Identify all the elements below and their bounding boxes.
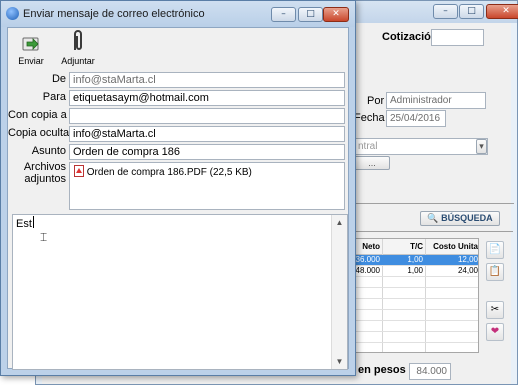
from-field[interactable]: info@staMarta.cl (69, 72, 345, 88)
dialog-titlebar: Enviar mensaje de correo electrónico – □… (1, 1, 355, 27)
message-text: Est (16, 218, 32, 230)
fecha-label: Fecha (354, 112, 385, 124)
subject-field[interactable]: Orden de compra 186 (69, 144, 345, 160)
attachments-list[interactable]: Orden de compra 186.PDF (22,5 KB) (69, 162, 345, 210)
send-button[interactable]: Enviar (16, 34, 46, 66)
dialog-body: Enviar Adjuntar De info@staMarta.cl Para… (7, 27, 349, 370)
table-cell: 24,00 (457, 266, 478, 275)
items-grid[interactable]: Neto T/C Costo Unita 36.000 1,00 12,00 4… (344, 238, 479, 353)
cotizacion-input[interactable] (431, 29, 484, 46)
por-field[interactable]: Administrador (386, 92, 486, 109)
table-row[interactable] (345, 310, 478, 321)
table-row[interactable] (345, 321, 478, 332)
attach-label: Adjuntar (61, 56, 95, 66)
new-item-icon[interactable]: 📄 (486, 241, 504, 259)
close-button[interactable]: ✕ (323, 7, 349, 22)
adjuntos-label: Archivos adjuntos (8, 161, 66, 185)
colors-icon[interactable]: ❤ (486, 323, 504, 341)
search-icon: 🔍 (427, 213, 439, 223)
dialog-title: Enviar mensaje de correo electrónico (23, 8, 205, 20)
bcc-label: Copia oculta (8, 127, 70, 139)
total-field: 84.000 (409, 363, 451, 380)
cut-item-icon[interactable]: ✂ (486, 301, 504, 319)
app-icon (6, 7, 19, 20)
attach-button[interactable]: Adjuntar (58, 28, 98, 66)
column-header: T/C (410, 242, 423, 251)
chevron-down-icon[interactable]: ▾ (476, 139, 487, 154)
total-label: en pesos (358, 364, 406, 376)
text-cursor (33, 216, 34, 228)
adjuntos-label-line2: adjuntos (24, 173, 66, 185)
por-label: Por (367, 95, 385, 107)
minimize-button[interactable]: – (433, 4, 458, 19)
cotizacion-label: Cotización (382, 31, 438, 43)
attachment-item[interactable]: Orden de compra 186.PDF (22,5 KB) (74, 165, 252, 179)
adjuntos-label-line1: Archivos (23, 161, 66, 173)
fecha-field[interactable]: 25/04/2016 (386, 110, 446, 127)
close-button[interactable]: ✕ (486, 4, 518, 19)
scroll-up-icon[interactable]: ▲ (332, 215, 347, 230)
to-field[interactable]: etiquetasaym@hotmail.com (69, 90, 345, 106)
pdf-file-icon (74, 165, 84, 177)
busqueda-label: BÚSQUEDA (441, 213, 493, 223)
scroll-down-icon[interactable]: ▼ (332, 354, 347, 369)
divider (344, 203, 514, 204)
table-row[interactable] (345, 299, 478, 310)
table-row[interactable] (345, 288, 478, 299)
maximize-button[interactable]: □ (298, 7, 323, 22)
copy-item-icon[interactable]: 📋 (486, 263, 504, 281)
i-beam-cursor-icon: ⌶ (40, 230, 48, 244)
column-header: Costo Unita (433, 242, 478, 251)
minimize-button[interactable]: – (271, 7, 296, 22)
asunto-label: Asunto (31, 145, 66, 157)
bcc-field[interactable]: info@staMarta.cl (69, 126, 345, 142)
branch-combo[interactable]: ntral (354, 138, 488, 155)
table-row[interactable]: 48.000 1,00 24,00 (345, 266, 478, 277)
busqueda-button[interactable]: 🔍 BÚSQUEDA (420, 211, 500, 226)
table-row[interactable] (345, 332, 478, 343)
paperclip-icon (68, 28, 88, 54)
para-label: Para (42, 91, 66, 103)
message-body[interactable]: Est ⌶ ▲ ▼ (12, 214, 348, 370)
send-icon (21, 34, 41, 54)
vertical-scrollbar[interactable]: ▲ ▼ (331, 215, 347, 369)
cc-label: Con copia a (8, 109, 67, 121)
maximize-button[interactable]: □ (459, 4, 484, 19)
ellipsis-button[interactable]: ... (354, 156, 390, 170)
table-cell: 1,00 (407, 266, 423, 275)
attachment-name: Orden de compra 186.PDF (22,5 KB) (86, 167, 252, 178)
send-email-dialog: Enviar mensaje de correo electrónico – □… (0, 0, 356, 376)
send-label: Enviar (18, 56, 44, 66)
de-label: De (51, 73, 66, 85)
table-row[interactable] (345, 277, 478, 288)
cc-field[interactable] (69, 108, 345, 124)
